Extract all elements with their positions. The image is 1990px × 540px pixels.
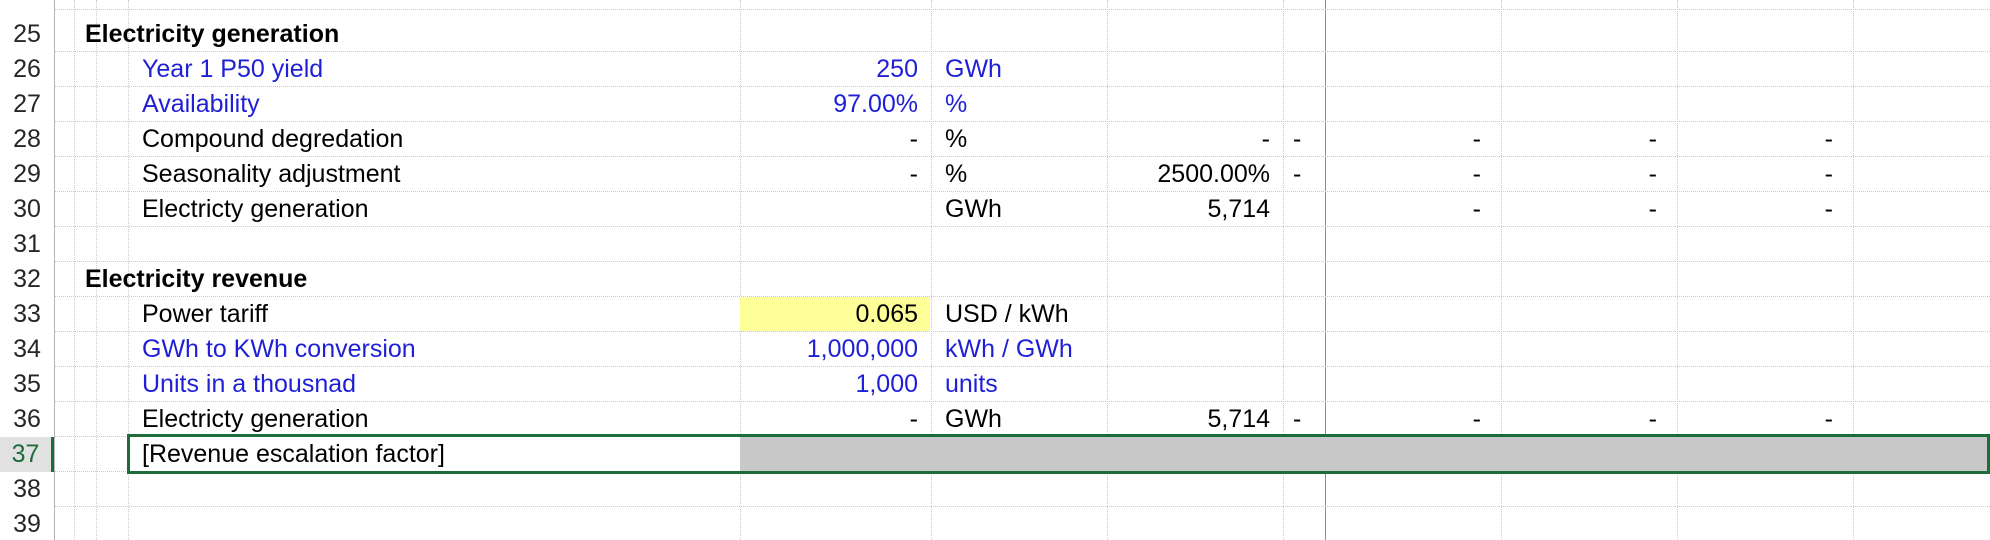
row-number[interactable]: 29 <box>0 157 54 192</box>
period-cell[interactable]: - <box>1293 157 1301 192</box>
unit-cell[interactable]: kWh / GWh <box>945 332 1073 367</box>
table-row: 38 <box>0 472 1990 507</box>
unit-cell[interactable]: GWh <box>945 192 1002 227</box>
table-row: 27 Availability 97.00% % <box>0 87 1990 122</box>
row-label[interactable]: Electricty generation <box>142 402 369 437</box>
row-number[interactable]: 26 <box>0 52 54 87</box>
period-cell[interactable]: - <box>1325 122 1481 157</box>
table-row: 39 <box>0 507 1990 540</box>
table-row: 26 Year 1 P50 yield 250 GWh <box>0 52 1990 87</box>
period-cell[interactable]: - <box>1677 157 1833 192</box>
unit-cell[interactable]: % <box>945 87 967 122</box>
row-label[interactable]: Compound degredation <box>142 122 403 157</box>
table-row: 34 GWh to KWh conversion 1,000,000 kWh /… <box>0 332 1990 367</box>
table-row: 36 Electricty generation - GWh 5,714 - -… <box>0 402 1990 437</box>
period-cell[interactable]: - <box>1107 122 1270 157</box>
unit-cell[interactable]: % <box>945 122 967 157</box>
row-label[interactable]: Electricty generation <box>142 192 369 227</box>
row-number[interactable]: 25 <box>0 17 54 52</box>
period-cell[interactable]: 2500.00% <box>1107 157 1270 192</box>
unit-cell[interactable]: % <box>945 157 967 192</box>
table-row: 35 Units in a thousnad 1,000 units <box>0 367 1990 402</box>
row-label[interactable]: Seasonality adjustment <box>142 157 400 192</box>
period-cell[interactable]: - <box>1293 402 1301 437</box>
period-cell[interactable]: - <box>1501 122 1657 157</box>
row-number[interactable]: 34 <box>0 332 54 367</box>
row-label[interactable]: Units in a thousnad <box>142 367 356 402</box>
period-cell[interactable]: - <box>1677 122 1833 157</box>
value-cell[interactable]: 250 <box>740 52 918 87</box>
row-number[interactable]: 24 <box>0 0 54 10</box>
selection-outline[interactable] <box>127 434 1990 474</box>
period-cell[interactable]: 5,714 <box>1107 402 1270 437</box>
table-row: 31 <box>0 227 1990 262</box>
value-cell[interactable]: - <box>740 122 918 157</box>
table-row: 28 Compound degredation - % - - - - - <box>0 122 1990 157</box>
row-number[interactable]: 35 <box>0 367 54 402</box>
row-label[interactable]: GWh to KWh conversion <box>142 332 416 367</box>
unit-cell[interactable]: units <box>945 367 998 402</box>
table-row: 32 Electricity revenue <box>0 262 1990 297</box>
row-number[interactable]: 39 <box>0 507 54 540</box>
value-cell[interactable]: 97.00% <box>740 87 918 122</box>
period-cell[interactable]: - <box>1325 157 1481 192</box>
unit-cell[interactable]: USD / kWh <box>945 297 1069 332</box>
unit-cell[interactable]: GWh <box>945 52 1002 87</box>
section-heading[interactable]: Electricity generation <box>85 17 339 52</box>
period-cell[interactable]: - <box>1293 122 1301 157</box>
row-number-active[interactable]: 37 <box>0 437 54 472</box>
period-cell[interactable]: - <box>1501 192 1657 227</box>
period-cell[interactable]: - <box>1501 157 1657 192</box>
period-cell[interactable]: - <box>1325 192 1481 227</box>
value-cell[interactable]: 0.065 <box>740 297 918 332</box>
row-number[interactable]: 38 <box>0 472 54 507</box>
value-cell[interactable]: - <box>740 157 918 192</box>
table-row: 30 Electricty generation GWh 5,714 - - - <box>0 192 1990 227</box>
spreadsheet-grid[interactable]: 24 25 Electricity generation 26 Year 1 P… <box>0 0 1990 540</box>
period-cell[interactable]: - <box>1677 192 1833 227</box>
period-cell[interactable]: - <box>1325 402 1481 437</box>
row-number[interactable]: 36 <box>0 402 54 437</box>
row-number[interactable]: 31 <box>0 227 54 262</box>
table-row: 24 <box>0 0 1990 10</box>
row-label[interactable]: Availability <box>142 87 260 122</box>
value-cell[interactable]: - <box>740 402 918 437</box>
row-number[interactable]: 32 <box>0 262 54 297</box>
section-heading[interactable]: Electricity revenue <box>85 262 307 297</box>
table-row: 29 Seasonality adjustment - % 2500.00% -… <box>0 157 1990 192</box>
value-cell[interactable]: 1,000,000 <box>740 332 918 367</box>
value-cell[interactable]: 1,000 <box>740 367 918 402</box>
row-number[interactable]: 30 <box>0 192 54 227</box>
row-number[interactable]: 33 <box>0 297 54 332</box>
table-row: 25 Electricity generation <box>0 17 1990 52</box>
row-number[interactable]: 27 <box>0 87 54 122</box>
table-row: 33 Power tariff 0.065 USD / kWh <box>0 297 1990 332</box>
period-cell[interactable]: - <box>1501 402 1657 437</box>
unit-cell[interactable]: GWh <box>945 402 1002 437</box>
period-cell[interactable]: - <box>1677 402 1833 437</box>
row-label[interactable]: Power tariff <box>142 297 268 332</box>
period-cell[interactable]: 5,714 <box>1107 192 1270 227</box>
row-label[interactable]: Year 1 P50 yield <box>142 52 323 87</box>
row-number[interactable]: 28 <box>0 122 54 157</box>
